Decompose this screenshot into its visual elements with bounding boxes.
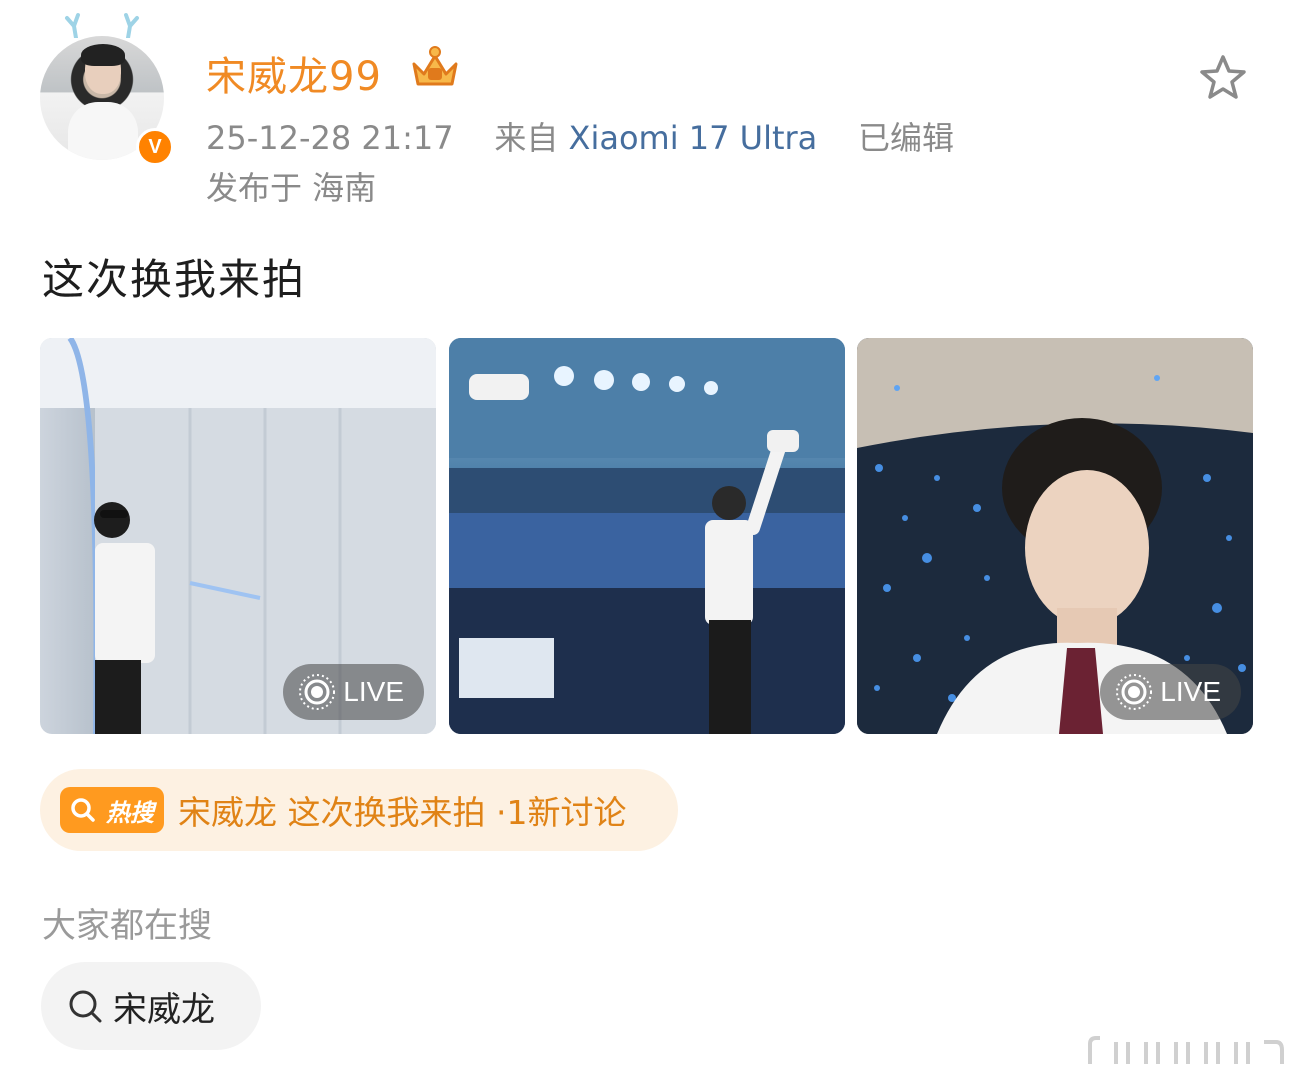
watermark-icon bbox=[1088, 1036, 1284, 1064]
verified-badge-icon: V bbox=[136, 128, 174, 166]
photo-3[interactable]: LIVE bbox=[857, 338, 1253, 734]
live-photo-icon bbox=[299, 674, 336, 710]
photo-1[interactable]: LIVE bbox=[40, 338, 436, 734]
edited-label[interactable]: 已编辑 bbox=[858, 119, 954, 157]
search-icon bbox=[60, 787, 106, 833]
hot-search-badge-label: 热搜 bbox=[106, 798, 154, 827]
post-meta: 25-12-28 21:17 来自 Xiaomi 17 Ultra 已编辑 bbox=[206, 113, 954, 159]
hot-search-bar[interactable]: 热搜 宋威龙 这次换我来拍 ·1新讨论 bbox=[40, 769, 678, 851]
post-timestamp: 25-12-28 21:17 bbox=[206, 119, 454, 157]
related-search-chip[interactable]: 宋威龙 bbox=[41, 962, 261, 1050]
antler-decoration-left-icon bbox=[65, 13, 80, 38]
device-link[interactable]: Xiaomi 17 Ultra bbox=[569, 119, 818, 157]
post-text: 这次换我来拍 bbox=[42, 255, 307, 304]
photo-2[interactable] bbox=[449, 338, 845, 734]
live-badge[interactable]: LIVE bbox=[283, 664, 424, 720]
hot-search-text: 宋威龙 这次换我来拍 ·1新讨论 bbox=[178, 793, 627, 832]
avatar[interactable]: V bbox=[40, 13, 174, 166]
live-badge[interactable]: LIVE bbox=[1100, 664, 1241, 720]
live-label: LIVE bbox=[343, 676, 404, 707]
crown-icon bbox=[412, 46, 458, 86]
post-location: 发布于 海南 bbox=[206, 169, 377, 207]
live-photo-icon bbox=[1116, 674, 1153, 710]
hot-search-badge: 热搜 bbox=[60, 787, 164, 833]
related-search-chip-label: 宋威龙 bbox=[113, 989, 215, 1030]
antler-decoration-right-icon bbox=[124, 13, 139, 38]
live-label: LIVE bbox=[1160, 676, 1221, 707]
related-search-title: 大家都在搜 bbox=[42, 906, 212, 946]
star-icon[interactable] bbox=[1197, 52, 1249, 104]
search-icon bbox=[69, 990, 102, 1023]
username[interactable]: 宋威龙99 bbox=[206, 44, 382, 102]
source-prefix: 来自 bbox=[494, 119, 559, 157]
photo-2-image bbox=[449, 338, 845, 734]
